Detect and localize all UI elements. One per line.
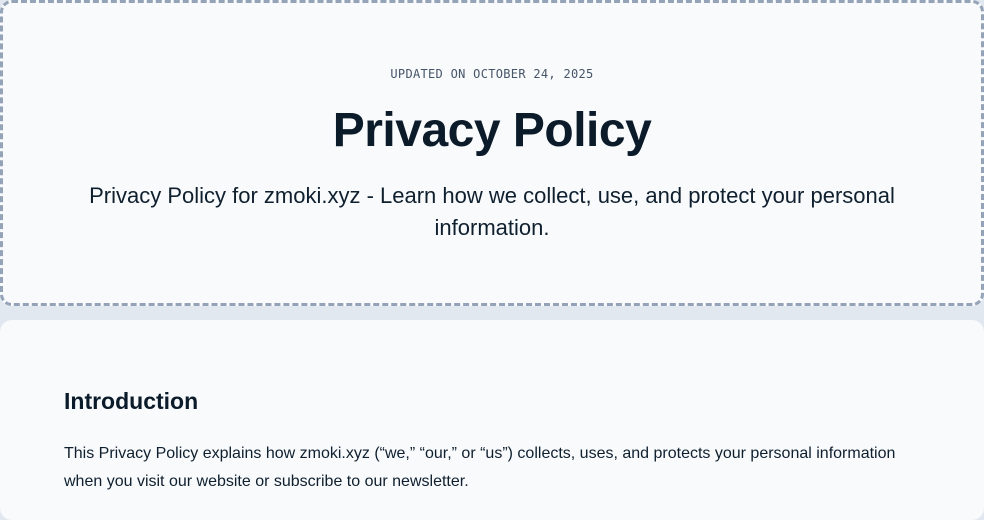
policy-content: Introduction This Privacy Policy explain… bbox=[0, 320, 984, 520]
section-heading-introduction: Introduction bbox=[64, 388, 199, 414]
section-body-introduction: This Privacy Policy explains how zmoki.x… bbox=[64, 445, 896, 490]
page-subtitle: Privacy Policy for zmoki.xyz - Learn how… bbox=[89, 183, 895, 240]
page-header: UPDATED ON OCTOBER 24, 2025 Privacy Poli… bbox=[0, 0, 984, 306]
updated-date: UPDATED ON OCTOBER 24, 2025 bbox=[390, 67, 594, 81]
page-title: Privacy Policy bbox=[332, 104, 652, 157]
